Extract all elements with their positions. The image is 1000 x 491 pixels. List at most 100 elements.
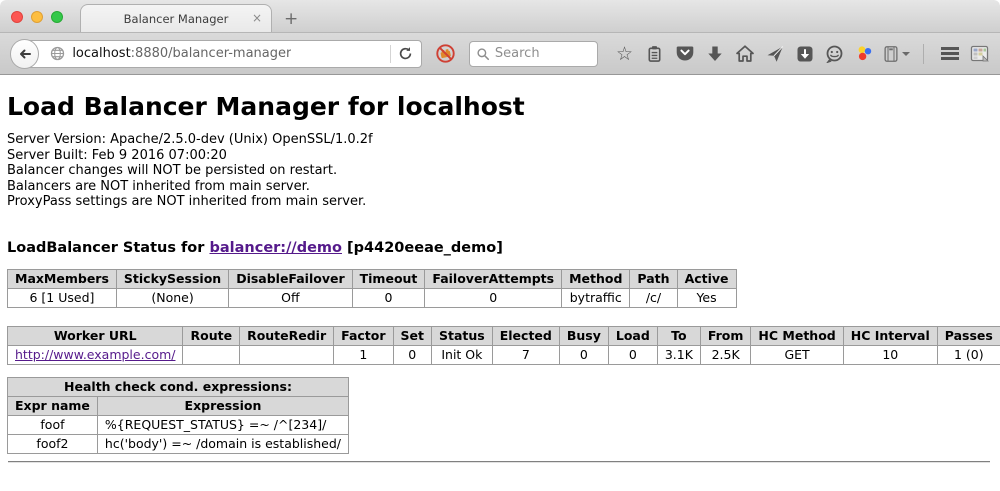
new-tab-button[interactable]: + bbox=[284, 11, 298, 28]
search-icon bbox=[476, 47, 490, 61]
column-header: Elected bbox=[492, 326, 559, 345]
column-header: Set bbox=[393, 326, 431, 345]
column-header: Worker URL bbox=[8, 326, 183, 345]
loadbalancer-status-heading: LoadBalancer Status for balancer://demo … bbox=[7, 240, 992, 256]
page-content: Load Balancer Manager for localhost Serv… bbox=[0, 92, 1000, 491]
column-header: From bbox=[700, 326, 751, 345]
url-bar[interactable]: localhost:8880/balancer-manager bbox=[23, 40, 422, 68]
column-header: Timeout bbox=[352, 269, 425, 288]
cell: 7 bbox=[492, 345, 559, 364]
close-window-button[interactable] bbox=[11, 11, 23, 23]
plugin-blocked-icon[interactable] bbox=[435, 43, 456, 64]
send-plane-icon[interactable] bbox=[764, 43, 785, 64]
tab-groups-icon[interactable] bbox=[969, 43, 990, 64]
cell: foof bbox=[8, 415, 98, 434]
balancer-status-table: MaxMembersStickySessionDisableFailoverTi… bbox=[7, 269, 737, 308]
worker-status-table: Worker URLRouteRouteRedirFactorSetStatus… bbox=[7, 326, 1000, 365]
column-header: Passes bbox=[937, 326, 1000, 345]
browser-window: Balancer Manager × + localhost:8880/bala… bbox=[0, 0, 1000, 491]
cell: 0 bbox=[393, 345, 431, 364]
cell: (None) bbox=[116, 288, 228, 307]
minimize-window-button[interactable] bbox=[31, 11, 43, 23]
cell: 2.5K bbox=[700, 345, 751, 364]
toolbar-icons: ☆ bbox=[614, 43, 990, 64]
cell: 6 [1 Used] bbox=[8, 288, 117, 307]
server-built-line: Server Built: Feb 9 2016 07:00:20 bbox=[7, 148, 992, 164]
hamburger-icon bbox=[941, 47, 959, 50]
emoji-chat-icon[interactable] bbox=[824, 43, 845, 64]
column-header: Expression bbox=[97, 396, 348, 415]
server-info: Server Version: Apache/2.5.0-dev (Unix) … bbox=[7, 132, 992, 210]
cell: http://www.example.com/ bbox=[8, 345, 183, 364]
back-button[interactable] bbox=[10, 39, 39, 69]
table-row: 6 [1 Used](None)Off00bytraffic/c/Yes bbox=[8, 288, 737, 307]
worker-url-link[interactable]: http://www.example.com/ bbox=[15, 347, 175, 362]
cell: 0 bbox=[425, 288, 562, 307]
status-heading-prefix: LoadBalancer Status for bbox=[7, 240, 209, 256]
cell bbox=[240, 345, 334, 364]
cell bbox=[183, 345, 240, 364]
column-header: Route bbox=[183, 326, 240, 345]
column-header: Status bbox=[432, 326, 493, 345]
tab-balancer-manager[interactable]: Balancer Manager × bbox=[80, 4, 272, 32]
table-row: foof%{REQUEST_STATUS} =~ /^[234]/ bbox=[8, 415, 349, 434]
cell: Off bbox=[229, 288, 352, 307]
cell: GET bbox=[751, 345, 843, 364]
search-box[interactable] bbox=[469, 41, 598, 67]
titlebar: Balancer Manager × + bbox=[0, 0, 1000, 33]
table-row: foof2hc('body') =~ /domain is establishe… bbox=[8, 434, 349, 453]
table-row: http://www.example.com/10Init Ok7003.1K2… bbox=[8, 345, 1000, 364]
server-version-line: Server Version: Apache/2.5.0-dev (Unix) … bbox=[7, 132, 992, 148]
column-header: HC Method bbox=[751, 326, 843, 345]
cell: %{REQUEST_STATUS} =~ /^[234]/ bbox=[97, 415, 348, 434]
cell: 3.1K bbox=[657, 345, 700, 364]
column-header: Factor bbox=[334, 326, 393, 345]
clipboard-icon[interactable] bbox=[644, 43, 665, 64]
cell: bytraffic bbox=[562, 288, 630, 307]
reload-icon bbox=[398, 46, 413, 61]
navigation-toolbar: localhost:8880/balancer-manager bbox=[0, 33, 1000, 75]
page-title: Load Balancer Manager for localhost bbox=[7, 92, 992, 121]
cell: 1 (0) bbox=[937, 345, 1000, 364]
status-heading-suffix: [p4420eeae_demo] bbox=[342, 240, 503, 256]
cell: Yes bbox=[677, 288, 736, 307]
url-text[interactable]: localhost:8880/balancer-manager bbox=[72, 46, 291, 61]
persist-warning-line: Balancer changes will NOT be persisted o… bbox=[7, 163, 992, 179]
home-icon[interactable] bbox=[734, 43, 755, 64]
pocket-icon[interactable] bbox=[674, 43, 695, 64]
url-path: :8880/balancer-manager bbox=[131, 46, 292, 61]
cell: 0 bbox=[608, 345, 657, 364]
url-domain: localhost bbox=[72, 46, 130, 61]
chevron-down-icon bbox=[902, 52, 910, 56]
downloads-icon[interactable] bbox=[704, 43, 725, 64]
cell: hc('body') =~ /domain is established/ bbox=[97, 434, 348, 453]
back-arrow-icon bbox=[17, 46, 33, 62]
reload-button[interactable] bbox=[391, 46, 421, 61]
archive-icon[interactable] bbox=[884, 43, 910, 64]
window-controls bbox=[11, 11, 63, 23]
column-header: Load bbox=[608, 326, 657, 345]
column-header: StickySession bbox=[116, 269, 228, 288]
globe-icon bbox=[50, 46, 65, 61]
zoom-window-button[interactable] bbox=[51, 11, 63, 23]
color-dots-icon[interactable] bbox=[854, 43, 875, 64]
column-header: RouteRedir bbox=[240, 326, 334, 345]
column-header: Expr name bbox=[8, 396, 98, 415]
cell: Init Ok bbox=[432, 345, 493, 364]
tab-close-icon[interactable]: × bbox=[252, 12, 262, 25]
balancer-demo-link[interactable]: balancer://demo bbox=[209, 240, 342, 256]
column-header: Busy bbox=[559, 326, 608, 345]
bookmark-star-icon[interactable]: ☆ bbox=[614, 43, 635, 64]
footer-rule bbox=[8, 461, 990, 463]
table-title: Health check cond. expressions: bbox=[8, 377, 349, 396]
column-header: Active bbox=[677, 269, 736, 288]
toolbar-divider bbox=[923, 44, 924, 64]
cell: 10 bbox=[843, 345, 937, 364]
download-box-icon[interactable] bbox=[794, 43, 815, 64]
menu-button[interactable] bbox=[939, 43, 960, 64]
cell: 0 bbox=[352, 288, 425, 307]
proxypass-warning-line: ProxyPass settings are NOT inherited fro… bbox=[7, 194, 992, 210]
health-check-table: Health check cond. expressions:Expr name… bbox=[7, 377, 349, 454]
column-header: To bbox=[657, 326, 700, 345]
search-input[interactable] bbox=[495, 46, 590, 61]
